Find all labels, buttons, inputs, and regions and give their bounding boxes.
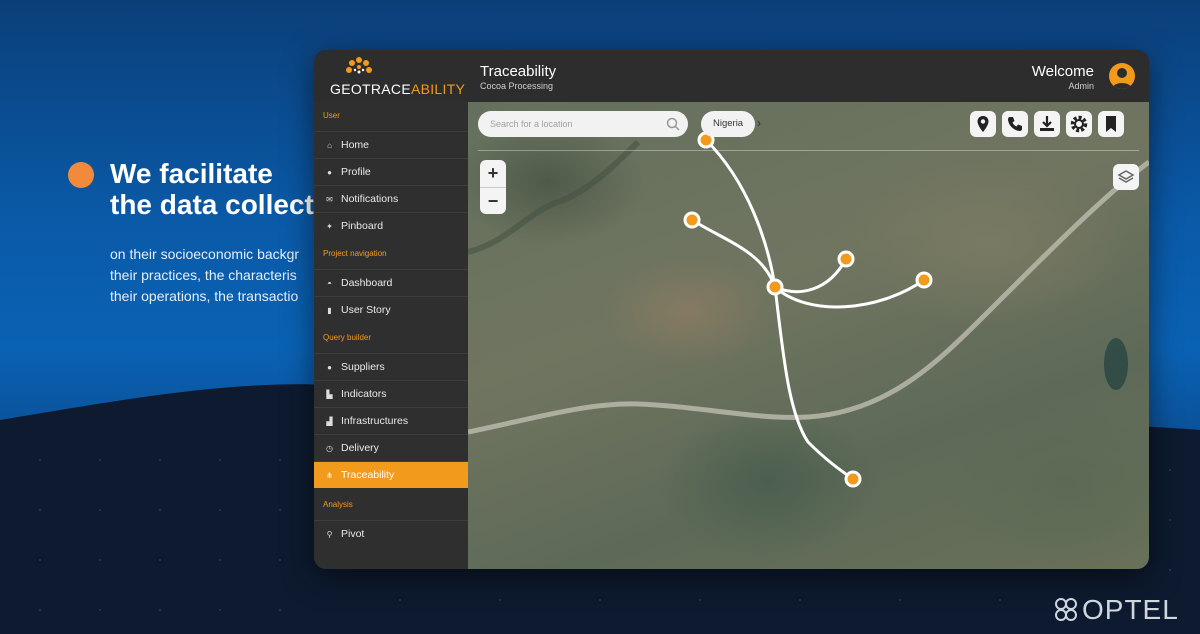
settings-button[interactable] bbox=[1066, 111, 1092, 137]
sidebar-item-suppliers[interactable]: ● Suppliers bbox=[314, 353, 468, 380]
user-icon: ● bbox=[327, 362, 332, 372]
section-user: User bbox=[323, 111, 340, 120]
section-project-navigation: Project navigation bbox=[323, 249, 387, 258]
body-line-1: on their socioeconomic backgr bbox=[110, 246, 300, 262]
headline-line-1: We facilitate bbox=[110, 158, 273, 189]
route-line bbox=[691, 218, 777, 288]
clock-icon: ◷ bbox=[326, 443, 333, 453]
map-node bbox=[683, 211, 701, 229]
layers-icon bbox=[1117, 170, 1135, 183]
lake bbox=[1104, 338, 1128, 390]
download-button[interactable] bbox=[1034, 111, 1060, 137]
slide-body: on their socioeconomic backgr their prac… bbox=[110, 244, 320, 307]
chart-icon: ▙ bbox=[326, 389, 333, 399]
brand-name: GEOTRACEABILITY bbox=[330, 81, 466, 97]
bullet-dot bbox=[68, 162, 94, 188]
sidebar-item-pinboard[interactable]: ✦ Pinboard bbox=[314, 212, 468, 239]
satellite-map[interactable]: Search for a location Nigeria › + − bbox=[468, 102, 1149, 569]
map-overlay bbox=[468, 131, 1149, 488]
pin-icon: ✦ bbox=[326, 221, 333, 231]
phone-icon bbox=[1008, 117, 1022, 131]
search-input[interactable]: Search for a location bbox=[490, 119, 573, 129]
search-icon[interactable] bbox=[666, 117, 680, 131]
page-title: Traceability bbox=[480, 63, 557, 80]
logo-mark-icon bbox=[346, 57, 372, 74]
route-line bbox=[774, 258, 848, 294]
slide-headline: We facilitate the data collect bbox=[110, 158, 330, 220]
route-line bbox=[773, 286, 854, 481]
sidebar: User ⌂ Home ● Profile ✉ Notifications ✦ Pinb… bbox=[314, 102, 468, 569]
map-node bbox=[837, 250, 855, 268]
dashboard-icon: ◓ bbox=[327, 278, 332, 288]
sidebar-item-user-story[interactable]: ▮ User Story bbox=[314, 296, 468, 323]
top-bar: GEOTRACEABILITY Traceability Cocoa Proce… bbox=[314, 50, 1149, 102]
optel-wordmark: OPTEL bbox=[1082, 594, 1179, 625]
map-node bbox=[915, 271, 933, 289]
mail-icon: ✉ bbox=[326, 194, 333, 204]
factory-icon: ▟ bbox=[326, 416, 333, 426]
user-role: Admin bbox=[1068, 81, 1094, 91]
sidebar-item-traceability[interactable]: ⋔ Traceability bbox=[314, 461, 468, 488]
map-divider bbox=[478, 150, 1139, 151]
sidebar-item-home[interactable]: ⌂ Home bbox=[314, 131, 468, 158]
bookmark-button[interactable] bbox=[1098, 111, 1124, 137]
breadcrumb[interactable]: Nigeria bbox=[701, 111, 756, 137]
zoom-out-button[interactable]: − bbox=[480, 188, 506, 215]
page-subtitle: Cocoa Processing bbox=[480, 81, 554, 91]
download-icon bbox=[1040, 116, 1054, 131]
section-analysis: Analysis bbox=[323, 500, 353, 509]
phone-button[interactable] bbox=[1002, 111, 1028, 137]
user-icon: ● bbox=[327, 167, 332, 177]
location-pin-button[interactable] bbox=[970, 111, 996, 137]
app-window: GEOTRACEABILITY Traceability Cocoa Proce… bbox=[314, 50, 1149, 569]
sidebar-item-dashboard[interactable]: ◓ Dashboard bbox=[314, 269, 468, 296]
zoom-in-button[interactable]: + bbox=[480, 160, 506, 188]
headline-line-2: the data collect bbox=[110, 189, 314, 220]
section-query-builder: Query builder bbox=[323, 333, 372, 342]
route-line bbox=[704, 138, 777, 288]
sidebar-item-notifications[interactable]: ✉ Notifications bbox=[314, 185, 468, 212]
sidebar-item-delivery[interactable]: ◷ Delivery bbox=[314, 434, 468, 461]
zoom-control: + − bbox=[480, 160, 506, 214]
location-icon: ⚲ bbox=[326, 529, 333, 539]
home-icon: ⌂ bbox=[327, 140, 332, 150]
user-avatar-icon bbox=[1112, 68, 1132, 89]
body-line-3: their operations, the transactio bbox=[110, 288, 299, 304]
brand-logo[interactable]: GEOTRACEABILITY bbox=[330, 56, 465, 98]
sidebar-item-infrastructures[interactable]: ▟ Infrastructures bbox=[314, 407, 468, 434]
avatar[interactable] bbox=[1109, 63, 1135, 89]
sidebar-item-indicators[interactable]: ▙ Indicators bbox=[314, 380, 468, 407]
optel-logo-icon bbox=[1055, 598, 1077, 621]
layers-button[interactable] bbox=[1113, 164, 1139, 190]
route-line bbox=[773, 278, 925, 309]
map-node bbox=[766, 278, 784, 296]
gear-icon bbox=[1070, 115, 1088, 133]
bookmark-icon: ▮ bbox=[327, 305, 332, 315]
sidebar-item-pivot[interactable]: ⚲ Pivot bbox=[314, 520, 468, 547]
road bbox=[468, 159, 1149, 435]
bookmark-icon bbox=[1106, 116, 1116, 132]
location-pin-icon bbox=[977, 116, 989, 132]
traceability-icon: ⋔ bbox=[326, 470, 333, 480]
welcome-text: Welcome bbox=[1031, 63, 1094, 80]
optel-watermark: OPTEL bbox=[1052, 592, 1192, 626]
sidebar-item-profile[interactable]: ● Profile bbox=[314, 158, 468, 185]
map-node bbox=[844, 470, 862, 488]
body-line-2: their practices, the characteris bbox=[110, 267, 297, 283]
chevron-right-icon[interactable]: › bbox=[757, 116, 761, 130]
location-search[interactable]: Search for a location bbox=[478, 111, 688, 137]
